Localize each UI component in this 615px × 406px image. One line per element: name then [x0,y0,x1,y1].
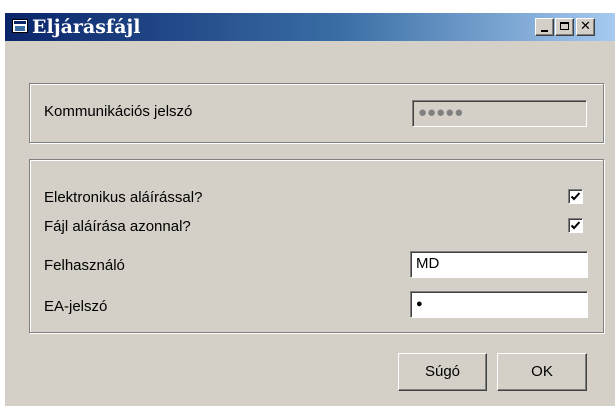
maximize-icon [560,22,569,30]
ea-password-label: EA-jelszó [44,298,108,315]
window-title: Eljárásfájl [32,16,141,38]
ok-button[interactable]: OK [497,353,587,391]
communication-password-field: ●●●●● [412,100,587,127]
checkmark-icon [570,192,581,201]
app-icon [12,19,28,33]
close-icon: ✕ [580,19,591,34]
communication-group: Kommunikációs jelszó ●●●●● [29,83,604,143]
sign-immediately-checkbox[interactable] [568,218,583,233]
maximize-button[interactable] [555,18,574,36]
help-button[interactable]: Súgó [398,353,487,391]
communication-password-label: Kommunikációs jelszó [44,103,193,120]
checkmark-icon [570,221,581,230]
title-bar[interactable]: Eljárásfájl ✕ [5,13,615,41]
electronic-signature-label: Elektronikus aláírással? [44,189,203,206]
signing-group: Elektronikus aláírással? Fájl aláírása a… [29,159,604,333]
minimize-icon [541,30,548,32]
ea-password-input[interactable]: ● [410,291,588,318]
dialog-window: Eljárásfájl ✕ Kommunikációs jelszó ●●●●●… [5,13,615,406]
electronic-signature-checkbox[interactable] [568,189,583,204]
user-input[interactable]: MD [410,251,588,278]
minimize-button[interactable] [535,18,554,36]
sign-immediately-label: Fájl aláírása azonnal? [44,218,191,235]
user-label: Felhasználó [44,257,125,274]
close-button[interactable]: ✕ [576,18,595,36]
